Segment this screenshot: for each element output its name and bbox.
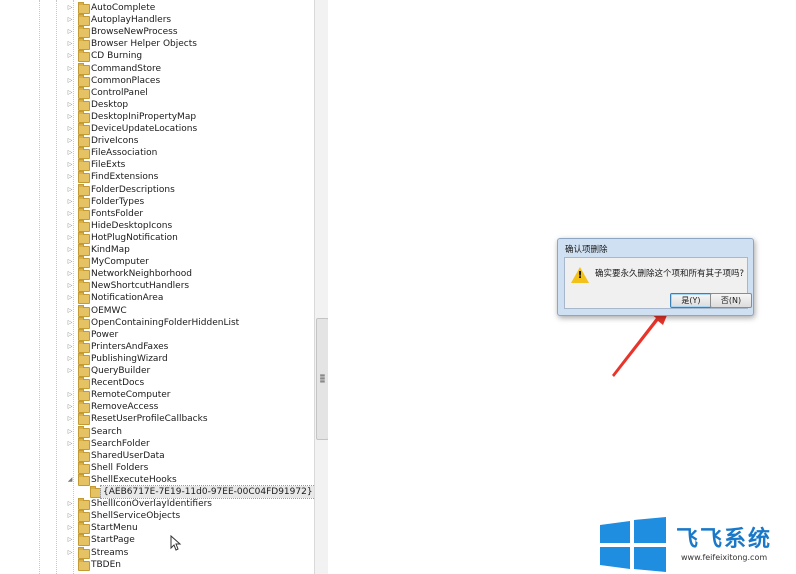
yes-button[interactable]: 是(Y) bbox=[670, 293, 712, 308]
mouse-cursor-icon bbox=[170, 535, 182, 551]
warning-mark: ! bbox=[577, 270, 583, 281]
dialog-title: 确认项删除 bbox=[565, 245, 608, 255]
watermark-url: www.feifeixitong.com bbox=[681, 553, 768, 562]
dialog-body: ! 确实要永久删除这个项和所有其子项吗? 是(Y) 否(N) bbox=[564, 257, 752, 309]
no-button[interactable]: 否(N) bbox=[710, 293, 752, 308]
dialog-message: 确实要永久删除这个项和所有其子项吗? bbox=[595, 269, 745, 279]
windows-logo-icon bbox=[600, 517, 666, 572]
watermark-brand: 飞飞系统 bbox=[676, 527, 773, 552]
confirm-delete-dialog: 确认项删除 ! 确实要永久删除这个项和所有其子项吗? 是(Y) 否(N) bbox=[557, 238, 754, 316]
